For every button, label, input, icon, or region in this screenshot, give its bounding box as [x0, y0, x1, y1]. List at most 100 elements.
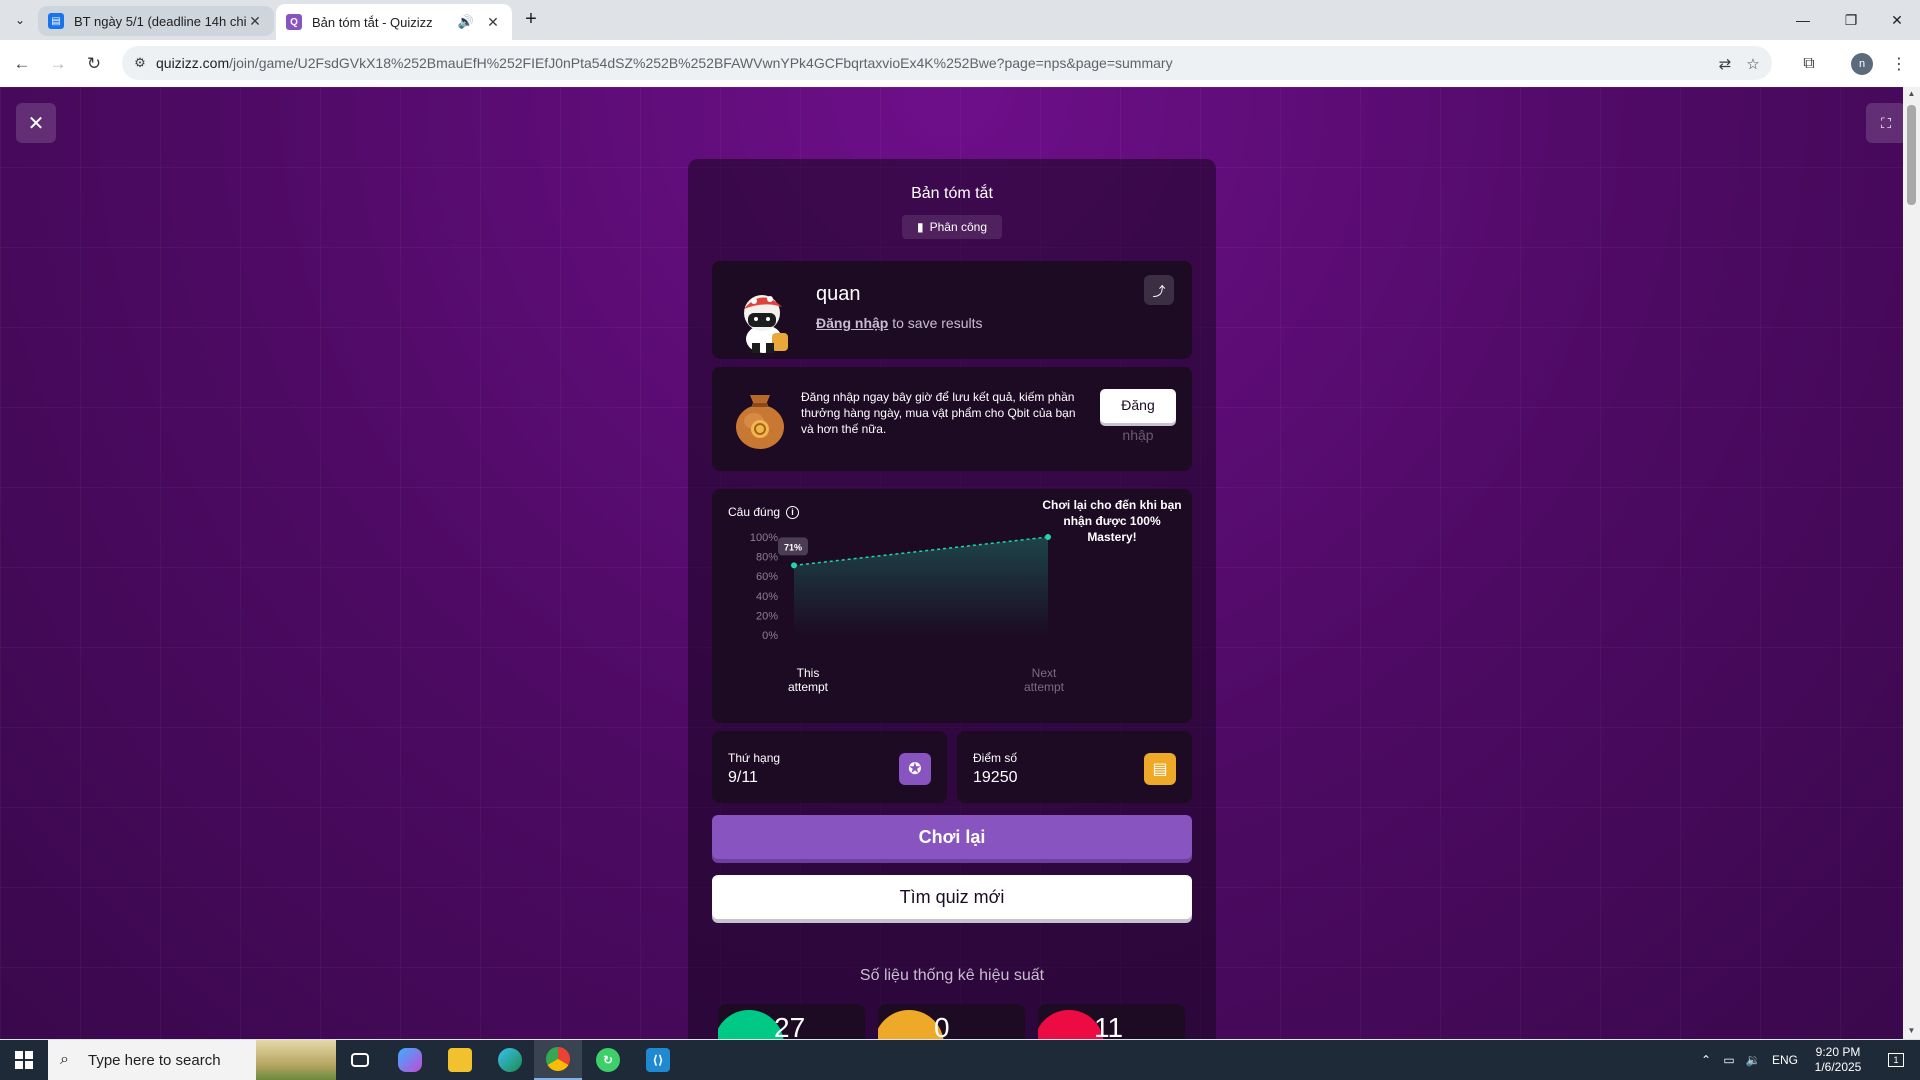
- data-point-next-attempt: [1045, 534, 1051, 540]
- translate-icon[interactable]: ⇄: [1714, 53, 1736, 75]
- new-tab-button[interactable]: +: [519, 8, 543, 32]
- audio-playing-icon[interactable]: 🔊: [458, 14, 474, 30]
- copilot-icon[interactable]: [386, 1040, 434, 1080]
- search-placeholder: Type here to search: [88, 1052, 221, 1069]
- x-tick-label: Next: [1032, 666, 1057, 680]
- scroll-up-icon[interactable]: ▲: [1906, 89, 1917, 100]
- player-card: quan Đăng nhập to save results ⤴: [712, 261, 1192, 359]
- share-icon[interactable]: ⤴: [1144, 275, 1174, 305]
- login-button-overflow: nhập: [1122, 427, 1154, 443]
- url-host: quizizz.com: [156, 55, 230, 71]
- score-label: Điểm số: [973, 751, 1018, 765]
- performance-title: Số liệu thống kê hiệu suất: [859, 967, 1045, 984]
- x-tick-label: attempt: [1024, 680, 1065, 694]
- close-window-icon[interactable]: ✕: [1874, 0, 1920, 40]
- fullscreen-icon[interactable]: ⛶: [1866, 103, 1903, 143]
- close-icon[interactable]: ✕: [16, 103, 56, 143]
- assignment-label: Phân công: [929, 220, 987, 234]
- accuracy-chart-card: Câu đúng i Chơi lại cho đến khi bạn nhận…: [712, 489, 1192, 723]
- network-icon[interactable]: ▭: [1718, 1040, 1740, 1080]
- data-point-this-attempt: [791, 562, 797, 569]
- page-title: Bản tóm tắt: [911, 185, 993, 202]
- rank-card: Thứ hạng 9/11 ✪: [712, 731, 947, 803]
- close-tab-icon[interactable]: ✕: [484, 14, 502, 31]
- tab-title: Bản tóm tắt - Quizizz: [312, 14, 433, 30]
- rank-value: 9/11: [728, 769, 758, 786]
- notification-center-icon[interactable]: 1: [1878, 1040, 1914, 1080]
- browser-toolbar: ← → ↻ ⚙ quizizz.com/join/game/U2FsdGVkX1…: [0, 40, 1920, 87]
- bookmark-star-icon[interactable]: ☆: [1742, 53, 1764, 75]
- promo-text: Đăng nhập ngay bây giờ để lưu kết quả, k…: [801, 390, 1076, 436]
- site-settings-icon[interactable]: ⚙: [130, 53, 150, 73]
- file-explorer-icon[interactable]: [436, 1040, 484, 1080]
- tab-strip: ⌄ ▤ BT ngày 5/1 (deadline 14h chiều ✕ Q …: [0, 0, 1920, 40]
- find-new-quiz-button[interactable]: Tìm quiz mới: [712, 875, 1192, 919]
- menu-icon[interactable]: ⋮: [1885, 50, 1913, 78]
- windows-start-icon[interactable]: [0, 1040, 48, 1080]
- y-tick-label: 20%: [756, 610, 778, 622]
- spotify-like-icon[interactable]: ↻: [584, 1040, 632, 1080]
- correct-stat: 27: [718, 1004, 865, 1039]
- windows-taskbar: ⌕ Type here to search ↻ ⟨⟩ ⌃ ▭ 🔉 ENG 9:2…: [0, 1040, 1920, 1080]
- reload-button[interactable]: ↻: [80, 50, 108, 78]
- search-icon: ⌕: [60, 1051, 69, 1068]
- accuracy-chart: 100%80%60%40%20%0%71%ThisattemptNextatte…: [750, 532, 1065, 694]
- y-tick-label: 60%: [756, 571, 778, 583]
- extensions-icon[interactable]: ⧉: [1795, 50, 1823, 78]
- task-view-icon[interactable]: [336, 1040, 384, 1080]
- incorrect-stat: 11: [1038, 1004, 1185, 1039]
- edge-icon[interactable]: [486, 1040, 534, 1080]
- y-tick-label: 40%: [756, 591, 778, 603]
- point-label: 71%: [784, 542, 802, 552]
- tab-search-icon[interactable]: ⌄: [8, 8, 32, 32]
- restore-icon[interactable]: ❐: [1828, 0, 1874, 40]
- search-highlight-image: [256, 1040, 336, 1080]
- minimize-icon[interactable]: —: [1780, 0, 1826, 40]
- language-indicator[interactable]: ENG: [1770, 1040, 1800, 1080]
- y-tick-label: 0%: [762, 630, 778, 642]
- forward-button[interactable]: →: [44, 50, 72, 78]
- clock-time: 9:20 PM: [1815, 1045, 1861, 1059]
- avatar: [744, 295, 788, 353]
- score-card: Điểm số 19250 ▤: [957, 731, 1192, 803]
- partial-stat: 0: [878, 1004, 1025, 1039]
- summary-panel: Bản tóm tắt ▮ Phân công quan Đăng nhập t…: [688, 159, 1216, 1039]
- login-prompt: Đăng nhập to save results: [816, 315, 983, 331]
- back-button[interactable]: ←: [8, 50, 36, 78]
- money-bag-icon: [736, 395, 784, 449]
- login-link[interactable]: Đăng nhập: [816, 315, 888, 331]
- address-bar[interactable]: ⚙ quizizz.com/join/game/U2FsdGVkX18%252B…: [122, 46, 1772, 80]
- notification-count: 1: [1888, 1053, 1904, 1067]
- medal-icon: ✪: [899, 753, 931, 785]
- quizizz-icon: Q: [286, 14, 302, 30]
- taskbar-search[interactable]: ⌕ Type here to search: [48, 1040, 336, 1080]
- login-suffix: to save results: [888, 315, 983, 331]
- document-icon: ▮: [917, 220, 924, 234]
- page-scrollbar[interactable]: ▲ ▼: [1903, 87, 1920, 1039]
- x-tick-label: This: [797, 666, 820, 680]
- close-tab-icon[interactable]: ✕: [246, 13, 264, 30]
- scroll-down-icon[interactable]: ▼: [1906, 1026, 1917, 1037]
- play-again-button[interactable]: Chơi lại: [712, 815, 1192, 859]
- y-tick-label: 100%: [750, 532, 778, 544]
- tab-quizizz[interactable]: Q Bản tóm tắt - Quizizz 🔊 ✕: [276, 4, 512, 40]
- volume-icon[interactable]: 🔉: [1742, 1040, 1764, 1080]
- tab-title: BT ngày 5/1 (deadline 14h chiều: [74, 13, 246, 29]
- taskbar-clock[interactable]: 9:20 PM 1/6/2025: [1800, 1045, 1876, 1075]
- y-tick-label: 80%: [756, 552, 778, 564]
- url-text[interactable]: quizizz.com/join/game/U2FsdGVkX18%252Bma…: [156, 55, 1173, 71]
- classroom-icon: ▤: [48, 13, 64, 29]
- scroll-thumb[interactable]: [1907, 105, 1916, 205]
- quizizz-page: ✕ ⛶ Bản tóm tắt ▮ Phân công quan Đăng nh…: [0, 87, 1903, 1039]
- vscode-icon[interactable]: ⟨⟩: [634, 1040, 682, 1080]
- login-promo-card: Đăng nhập ngay bây giờ để lưu kết quả, k…: [712, 367, 1192, 471]
- login-button[interactable]: Đăng: [1100, 389, 1176, 423]
- player-name: quan: [816, 283, 861, 305]
- tray-chevron-icon[interactable]: ⌃: [1696, 1040, 1716, 1080]
- score-value: 19250: [973, 769, 1018, 786]
- chrome-icon[interactable]: [534, 1040, 582, 1080]
- profile-avatar[interactable]: n: [1851, 53, 1873, 75]
- tab-classroom[interactable]: ▤ BT ngày 5/1 (deadline 14h chiều ✕: [38, 6, 274, 36]
- incorrect-count: 11: [1094, 1012, 1124, 1039]
- clock-date: 1/6/2025: [1814, 1060, 1862, 1074]
